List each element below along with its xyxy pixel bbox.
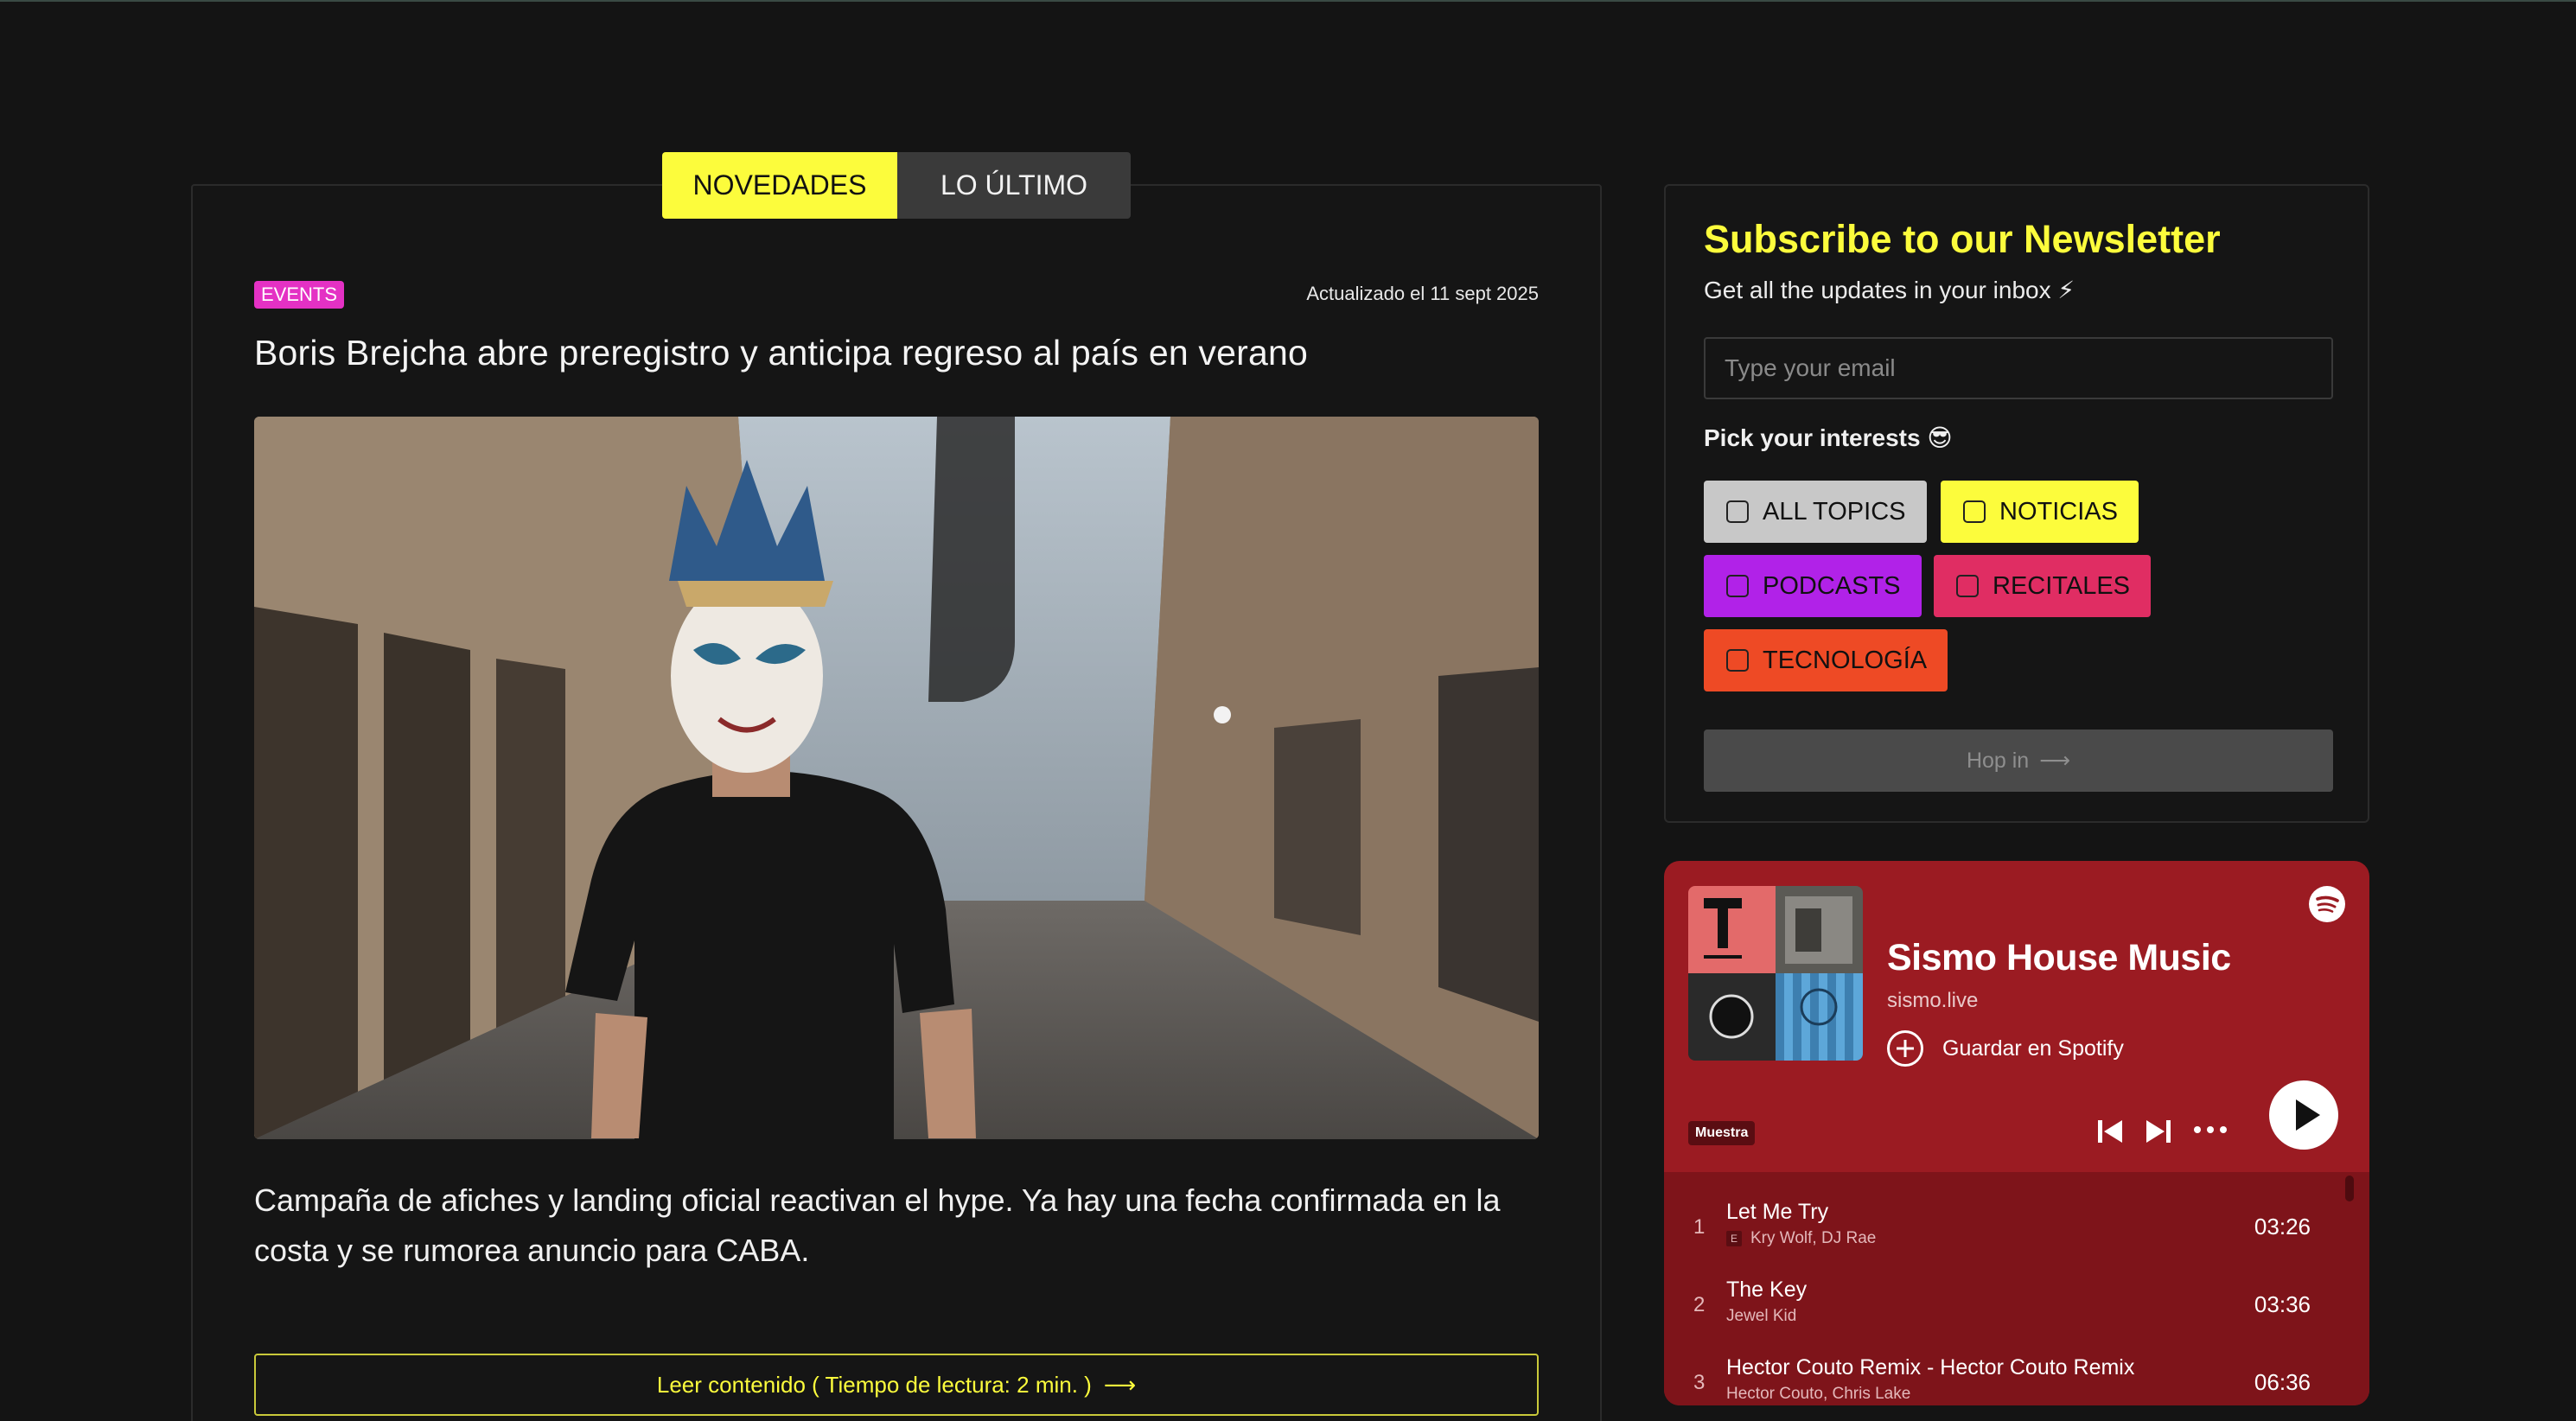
track-row[interactable]: 3 Hector Couto Remix - Hector Couto Remi… — [1664, 1345, 2369, 1405]
preview-badge: Muestra — [1688, 1121, 1756, 1145]
read-more-label: Leer contenido ( Tiempo de lectura: 2 mi… — [656, 1371, 1092, 1398]
checkbox-icon[interactable] — [1726, 575, 1749, 597]
playlist-owner[interactable]: sismo.live — [1887, 989, 1978, 1013]
chip-tecnologia[interactable]: TECNOLOGÍA — [1704, 629, 1948, 691]
track-row[interactable]: 1 Let Me Try E Kry Wolf, DJ Rae 03:26 — [1664, 1189, 2369, 1267]
track-title: Let Me Try — [1726, 1200, 1829, 1224]
checkbox-icon[interactable] — [1726, 500, 1749, 523]
chip-recitales[interactable]: RECITALES — [1934, 555, 2152, 617]
track-artists: Jewel Kid — [1726, 1307, 1797, 1325]
artist-names: Kry Wolf, DJ Rae — [1750, 1229, 1877, 1247]
chip-label: RECITALES — [1993, 571, 2131, 600]
checkbox-icon[interactable] — [1963, 500, 1986, 523]
explicit-badge: E — [1726, 1231, 1742, 1246]
arrow-right-icon: ⟶ — [2039, 749, 2071, 773]
checkbox-icon[interactable] — [1726, 649, 1749, 672]
play-button[interactable] — [2269, 1080, 2338, 1150]
playlist-title[interactable]: Sismo House Music — [1887, 937, 2231, 979]
updated-date: Actualizado el 11 sept 2025 — [1306, 283, 1539, 304]
chip-label: TECNOLOGÍA — [1763, 646, 1928, 674]
tab-lo-ultimo[interactable]: LO ÚLTIMO — [897, 152, 1131, 219]
track-title: The Key — [1726, 1278, 1808, 1302]
email-input[interactable] — [1704, 337, 2333, 399]
add-circle-icon — [1887, 1030, 1923, 1067]
playlist-cover-image[interactable] — [1688, 886, 1863, 1061]
read-more-button[interactable]: Leer contenido ( Tiempo de lectura: 2 mi… — [254, 1354, 1539, 1416]
submit-button[interactable]: Hop in ⟶ — [1704, 730, 2333, 792]
track-duration: 06:36 — [2254, 1369, 2311, 1395]
track-number: 1 — [1693, 1215, 1706, 1239]
masked-man-in-alley-photo — [254, 417, 1539, 1139]
track-artists: E Kry Wolf, DJ Rae — [1726, 1229, 1876, 1248]
next-track-icon[interactable] — [2145, 1118, 2172, 1144]
chip-label: PODCASTS — [1763, 571, 1901, 600]
article-hero-image[interactable] — [254, 417, 1539, 1139]
interests-label: Pick your interests 😎 — [1704, 424, 1953, 451]
previous-track-icon[interactable] — [2096, 1118, 2124, 1144]
arrow-right-icon: ⟶ — [1103, 1371, 1137, 1398]
more-options-icon[interactable] — [2193, 1125, 2228, 1134]
chip-label: NOTICIAS — [1999, 497, 2118, 526]
track-artists: Hector Couto, Chris Lake — [1726, 1385, 1911, 1403]
chip-all-topics[interactable]: ALL TOPICS — [1704, 481, 1927, 543]
top-border — [0, 0, 2576, 2]
category-badge[interactable]: EVENTS — [254, 281, 345, 309]
spotify-logo-icon[interactable] — [2309, 886, 2345, 922]
chip-label: ALL TOPICS — [1763, 497, 1906, 526]
track-duration: 03:26 — [2254, 1214, 2311, 1239]
submit-label: Hop in — [1966, 748, 2030, 773]
track-list: 1 Let Me Try E Kry Wolf, DJ Rae 03:26 2 … — [1664, 1172, 2369, 1405]
tab-bar: NOVEDADES LO ÚLTIMO — [662, 152, 1131, 219]
tab-novedades[interactable]: NOVEDADES — [662, 152, 897, 219]
chip-noticias[interactable]: NOTICIAS — [1941, 481, 2139, 543]
track-number: 3 — [1693, 1371, 1706, 1394]
cover-collage — [1688, 886, 1863, 1061]
track-duration: 03:36 — [2254, 1291, 2311, 1317]
track-row[interactable]: 2 The Key Jewel Kid 03:36 — [1664, 1267, 2369, 1345]
newsletter-card: Subscribe to our Newsletter Get all the … — [1664, 184, 2369, 823]
chip-podcasts[interactable]: PODCASTS — [1704, 555, 1922, 617]
article-excerpt: Campaña de afiches y landing oficial rea… — [254, 1182, 1501, 1268]
track-title: Hector Couto Remix - Hector Couto Remix — [1726, 1355, 2135, 1380]
track-number: 2 — [1693, 1293, 1706, 1316]
newsletter-title: Subscribe to our Newsletter — [1704, 217, 2221, 261]
spotify-embed: Sismo House Music sismo.live Guardar en … — [1664, 861, 2369, 1405]
article-headline[interactable]: Boris Brejcha abre preregistro y anticip… — [254, 333, 1308, 373]
newsletter-subtitle: Get all the updates in your inbox ⚡ — [1704, 277, 2075, 303]
save-to-spotify-button[interactable]: Guardar en Spotify — [1887, 1030, 2124, 1067]
save-label: Guardar en Spotify — [1942, 1035, 2124, 1061]
checkbox-icon[interactable] — [1956, 575, 1979, 597]
